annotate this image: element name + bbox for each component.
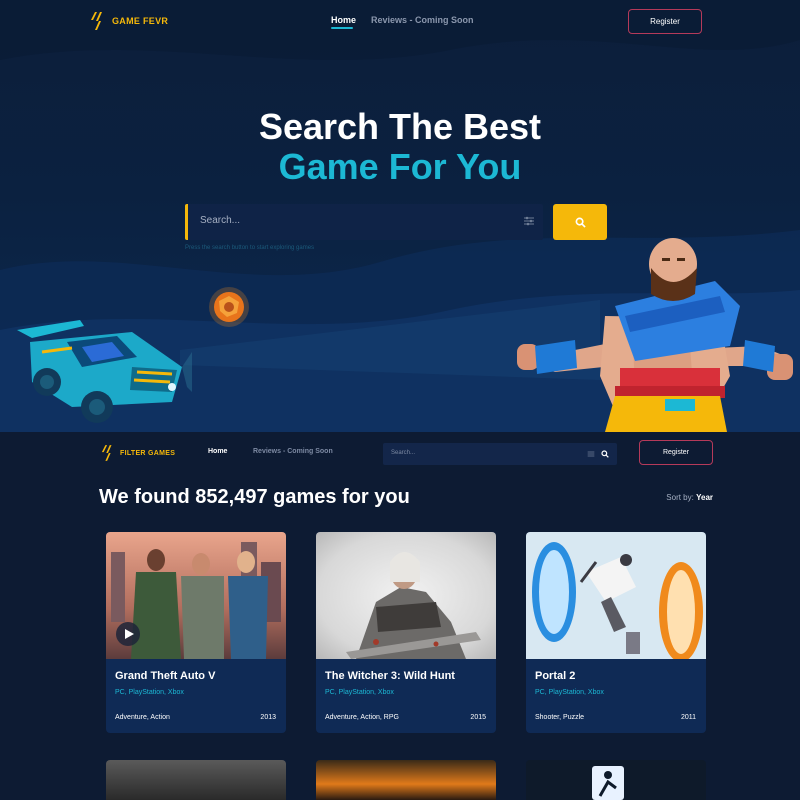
game-cover-image [526,532,706,659]
nav-active-underline [331,27,353,29]
nav-reviews[interactable]: Reviews - Coming Soon [371,15,474,25]
results-section: FILTER GAMES Home Reviews - Coming Soon … [0,432,800,800]
play-icon[interactable] [116,622,140,646]
hero-section: GAME FEVR Home Reviews - Coming Soon Reg… [0,0,800,432]
game-title[interactable]: Grand Theft Auto V [115,670,215,682]
logo-text: FILTER GAMES [120,449,176,457]
filter-sliders-icon[interactable] [523,215,535,227]
search-icon[interactable] [601,450,609,458]
game-platforms: PC, PlayStation, Xbox [325,689,394,696]
search-button[interactable] [553,204,607,240]
sort-by-control[interactable]: Sort by: Year [666,493,713,502]
nav-home[interactable]: Home [331,15,356,25]
game-platforms: PC, PlayStation, Xbox [115,689,184,696]
ball-illustration [209,287,249,327]
game-year: 2011 [680,714,696,721]
results-search-bar[interactable]: Search... [383,443,617,465]
game-card[interactable]: Grand Theft Auto V PC, PlayStation, Xbox… [106,532,286,733]
hero-search-bar[interactable]: Search... [185,204,543,240]
register-button[interactable]: Register [628,9,702,34]
game-title[interactable]: Portal 2 [535,670,575,682]
game-card[interactable]: Portal 2 PC, PlayStation, Xbox Shooter, … [526,532,706,733]
search-hint: Press the search button to start explori… [185,245,315,251]
sort-value[interactable]: Year [696,493,713,502]
car-illustration [17,320,192,423]
logo-slash-icon [101,445,112,461]
game-cover-image [316,532,496,659]
nav-home[interactable]: Home [208,448,227,455]
search-icon [575,217,586,228]
headline-line1: Search The Best [258,106,542,147]
game-genres: Shooter, Puzzle [535,714,585,721]
game-title[interactable]: The Witcher 3: Wild Hunt [325,670,455,682]
game-year: 2015 [470,714,486,721]
game-card-partial[interactable] [316,760,496,800]
game-card-partial[interactable] [526,760,706,800]
filter-sliders-icon[interactable] [587,450,595,458]
logo-slash-icon [91,12,102,30]
game-cover-image [592,766,624,800]
nav-reviews[interactable]: Reviews - Coming Soon [253,448,333,455]
headline-line2: Game For You [278,146,522,187]
game-card-partial[interactable] [106,760,286,800]
sort-label: Sort by: [666,493,694,502]
search-input[interactable]: Search... [391,450,415,456]
results-count-heading: We found 852,497 games for you [99,486,410,508]
game-year: 2013 [260,714,276,721]
register-button[interactable]: Register [639,440,713,465]
game-platforms: PC, PlayStation, Xbox [535,689,604,696]
search-input[interactable]: Search... [200,215,240,226]
results-logo[interactable]: FILTER GAMES [101,445,175,461]
hero-logo[interactable]: GAME FEVR [90,12,168,30]
logo-text: GAME FEVR [112,16,169,26]
game-genres: Adventure, Action [115,714,170,721]
game-genres: Adventure, Action, RPG [325,714,399,721]
game-card[interactable]: The Witcher 3: Wild Hunt PC, PlayStation… [316,532,496,733]
character-illustration [517,238,793,432]
